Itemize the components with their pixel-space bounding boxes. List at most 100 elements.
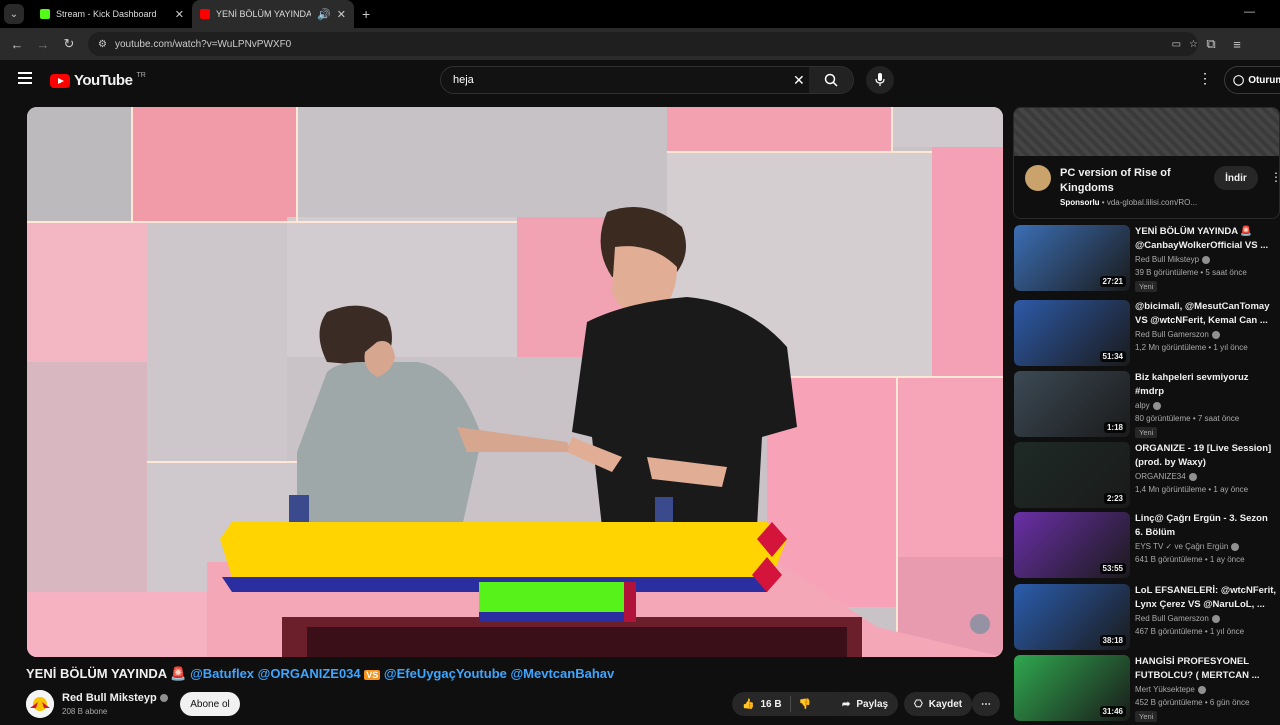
recommendation-item[interactable]: 51:34 @bicimali, @MesutCanTomay VS @wtcNF… xyxy=(1013,300,1280,370)
video-player[interactable] xyxy=(27,107,1003,657)
video-title[interactable]: HANGİSİ PROFESYONEL FUTBOLCU? ( MERTCAN … xyxy=(1135,655,1277,683)
microphone-icon xyxy=(875,73,885,86)
like-button[interactable]: 👍 xyxy=(742,699,754,710)
cast-icon[interactable]: ▭ xyxy=(1172,39,1181,50)
video-thumbnail[interactable]: 51:34 xyxy=(1014,300,1130,366)
video-thumbnail[interactable]: 1:18 xyxy=(1014,371,1130,437)
kick-favicon-icon xyxy=(40,9,50,19)
mention-link[interactable]: @Batuflex xyxy=(190,666,254,681)
youtube-header: YouTube TR heja ✕ ⋮ ◯ Oturum xyxy=(0,60,1280,102)
menu-icon[interactable]: ≡ xyxy=(1224,37,1250,52)
subscribe-button[interactable]: Abone ol xyxy=(180,692,240,716)
mention-link[interactable]: @MevtcanBahav xyxy=(511,666,615,681)
forward-icon[interactable]: → xyxy=(30,37,56,52)
channel-name[interactable]: alpy xyxy=(1135,401,1161,410)
site-info-icon[interactable]: ⚙ xyxy=(98,39,107,50)
subscriber-count: 208 B abone xyxy=(62,707,108,716)
dislike-button[interactable]: 👎 xyxy=(799,699,811,710)
more-actions-button[interactable]: ⋯ xyxy=(972,692,1000,716)
recommendation-item[interactable]: 1:18 Biz kahpeleri sevmiyoruz #mdrp alpy 80… xyxy=(1013,371,1280,441)
tab-kick[interactable]: Stream - Kick Dashboard ✕ xyxy=(32,0,192,28)
sponsored-ad[interactable]: PC version of Rise of Kingdoms Sponsorlu… xyxy=(1013,107,1280,219)
save-label: Kaydet xyxy=(928,698,963,710)
channel-name[interactable]: ORGANIZE34 xyxy=(1135,472,1197,481)
search-box[interactable]: heja ✕ xyxy=(440,66,854,94)
close-icon[interactable]: ✕ xyxy=(175,8,184,21)
video-title[interactable]: Biz kahpeleri sevmiyoruz #mdrp xyxy=(1135,371,1277,399)
video-thumbnail[interactable]: 27:21 xyxy=(1014,225,1130,291)
audio-icon[interactable]: 🔊 xyxy=(317,8,331,21)
youtube-favicon-icon xyxy=(200,9,210,19)
ad-banner xyxy=(1014,108,1279,156)
video-title[interactable]: Linç@ Çağrı Ergün - 3. Sezon 6. Bölüm xyxy=(1135,512,1277,540)
vs-badge: VS xyxy=(364,670,381,680)
video-meta: 467 B görüntüleme • 1 yıl önce xyxy=(1135,627,1245,636)
close-icon[interactable]: ✕ xyxy=(337,8,346,21)
channel-avatar[interactable] xyxy=(26,690,54,718)
url-field[interactable]: ⚙ youtube.com/watch?v=WuLPNvPWXF0 ▭ ☆ xyxy=(88,32,1198,56)
recommendation-item[interactable]: 27:21 YENİ BÖLÜM YAYINDA 🚨 @CanbayWolkerO… xyxy=(1013,225,1280,295)
verified-icon xyxy=(1211,330,1220,339)
youtube-logo[interactable]: YouTube TR xyxy=(50,72,146,89)
ad-meta: Sponsorlu • vda-global.lilisi.com/RO... xyxy=(1060,198,1198,207)
bookmark-icon: ⎔ xyxy=(914,698,923,710)
mention-link[interactable]: @ORGANIZE034 xyxy=(258,666,361,681)
tab-search-button[interactable]: ⌄ xyxy=(4,4,24,24)
reload-icon[interactable]: ↻ xyxy=(56,36,82,52)
channel-name[interactable]: Mert Yüksektepe xyxy=(1135,685,1206,694)
search-icon xyxy=(824,73,838,87)
share-button[interactable]: ➦ Paylaş xyxy=(832,692,899,716)
like-count: 16 B xyxy=(760,698,782,710)
tab-title: YENİ BÖLÜM YAYINDA 🚨 @ xyxy=(216,8,312,19)
video-thumbnail[interactable]: 38:18 xyxy=(1014,584,1130,650)
video-title[interactable]: ORGANIZE - 19 [Live Session] (prod. by W… xyxy=(1135,442,1277,470)
video-title[interactable]: @bicimali, @MesutCanTomay VS @wtcNFerit,… xyxy=(1135,300,1277,328)
share-label: Paylaş xyxy=(856,698,889,710)
ad-download-button[interactable]: İndir xyxy=(1214,166,1258,190)
back-icon[interactable]: ← xyxy=(4,37,30,52)
new-badge: Yeni xyxy=(1135,281,1158,292)
recommendation-item[interactable]: 2:23 ORGANIZE - 19 [Live Session] (prod. … xyxy=(1013,442,1280,512)
youtube-play-icon xyxy=(50,73,70,88)
video-frame xyxy=(27,107,1003,657)
minimize-icon[interactable]: — xyxy=(1244,6,1255,18)
title-prefix: YENİ BÖLÜM YAYINDA 🚨 xyxy=(26,666,187,681)
duration-badge: 1:18 xyxy=(1103,422,1126,433)
browser-tab-bar: ⌄ Stream - Kick Dashboard ✕ YENİ BÖLÜM Y… xyxy=(0,0,1280,28)
mention-link[interactable]: @EfeUygaçYoutube xyxy=(384,666,507,681)
verified-icon xyxy=(1231,542,1240,551)
search-button[interactable] xyxy=(809,67,853,93)
video-thumbnail[interactable]: 31:46 xyxy=(1014,655,1130,721)
verified-icon xyxy=(1188,472,1197,481)
more-icon[interactable]: ⋮ xyxy=(1270,170,1279,184)
channel-name[interactable]: Red Bull Gamerszon xyxy=(1135,330,1220,339)
video-thumbnail[interactable]: 2:23 xyxy=(1014,442,1130,508)
recommendation-item[interactable]: 31:46 HANGİSİ PROFESYONEL FUTBOLCU? ( MER… xyxy=(1013,655,1280,725)
search-input[interactable]: heja xyxy=(453,74,474,86)
duration-badge: 53:55 xyxy=(1099,563,1126,574)
verified-icon xyxy=(159,694,168,703)
tab-youtube[interactable]: YENİ BÖLÜM YAYINDA 🚨 @ 🔊 ✕ xyxy=(192,0,354,28)
new-tab-button[interactable]: + xyxy=(362,6,370,22)
new-badge: Yeni xyxy=(1135,711,1158,722)
save-button[interactable]: ⎔ Kaydet xyxy=(904,692,973,716)
recommendation-item[interactable]: 53:55 Linç@ Çağrı Ergün - 3. Sezon 6. Böl… xyxy=(1013,512,1280,582)
clear-search-icon[interactable]: ✕ xyxy=(793,72,805,89)
channel-name[interactable]: Red Bull Miksteyp xyxy=(62,692,168,704)
logo-text: YouTube xyxy=(74,72,133,89)
channel-name[interactable]: Red Bull Gamerszon xyxy=(1135,614,1220,623)
video-title[interactable]: YENİ BÖLÜM YAYINDA 🚨 @CanbayWolkerOffici… xyxy=(1135,225,1277,253)
settings-more-icon[interactable]: ⋮ xyxy=(1198,70,1212,87)
extensions-icon[interactable]: ⧉ xyxy=(1198,36,1224,52)
ad-title[interactable]: PC version of Rise of Kingdoms xyxy=(1060,166,1210,196)
bookmark-star-icon[interactable]: ☆ xyxy=(1189,39,1198,50)
hamburger-menu-icon[interactable] xyxy=(18,72,32,84)
sign-in-button[interactable]: ◯ Oturum xyxy=(1224,66,1280,94)
video-title[interactable]: LoL EFSANELERİ: @wtcNFerit, Lynx Çerez V… xyxy=(1135,584,1277,612)
channel-name[interactable]: Red Bull Miksteyp xyxy=(1135,255,1211,264)
video-meta: 80 görüntüleme • 7 saat önce xyxy=(1135,414,1240,423)
channel-name[interactable]: EYS TV ✓ ve Çağrı Ergün xyxy=(1135,542,1240,551)
video-thumbnail[interactable]: 53:55 xyxy=(1014,512,1130,578)
voice-search-button[interactable] xyxy=(866,66,894,94)
recommendation-item[interactable]: 38:18 LoL EFSANELERİ: @wtcNFerit, Lynx Çe… xyxy=(1013,584,1280,654)
